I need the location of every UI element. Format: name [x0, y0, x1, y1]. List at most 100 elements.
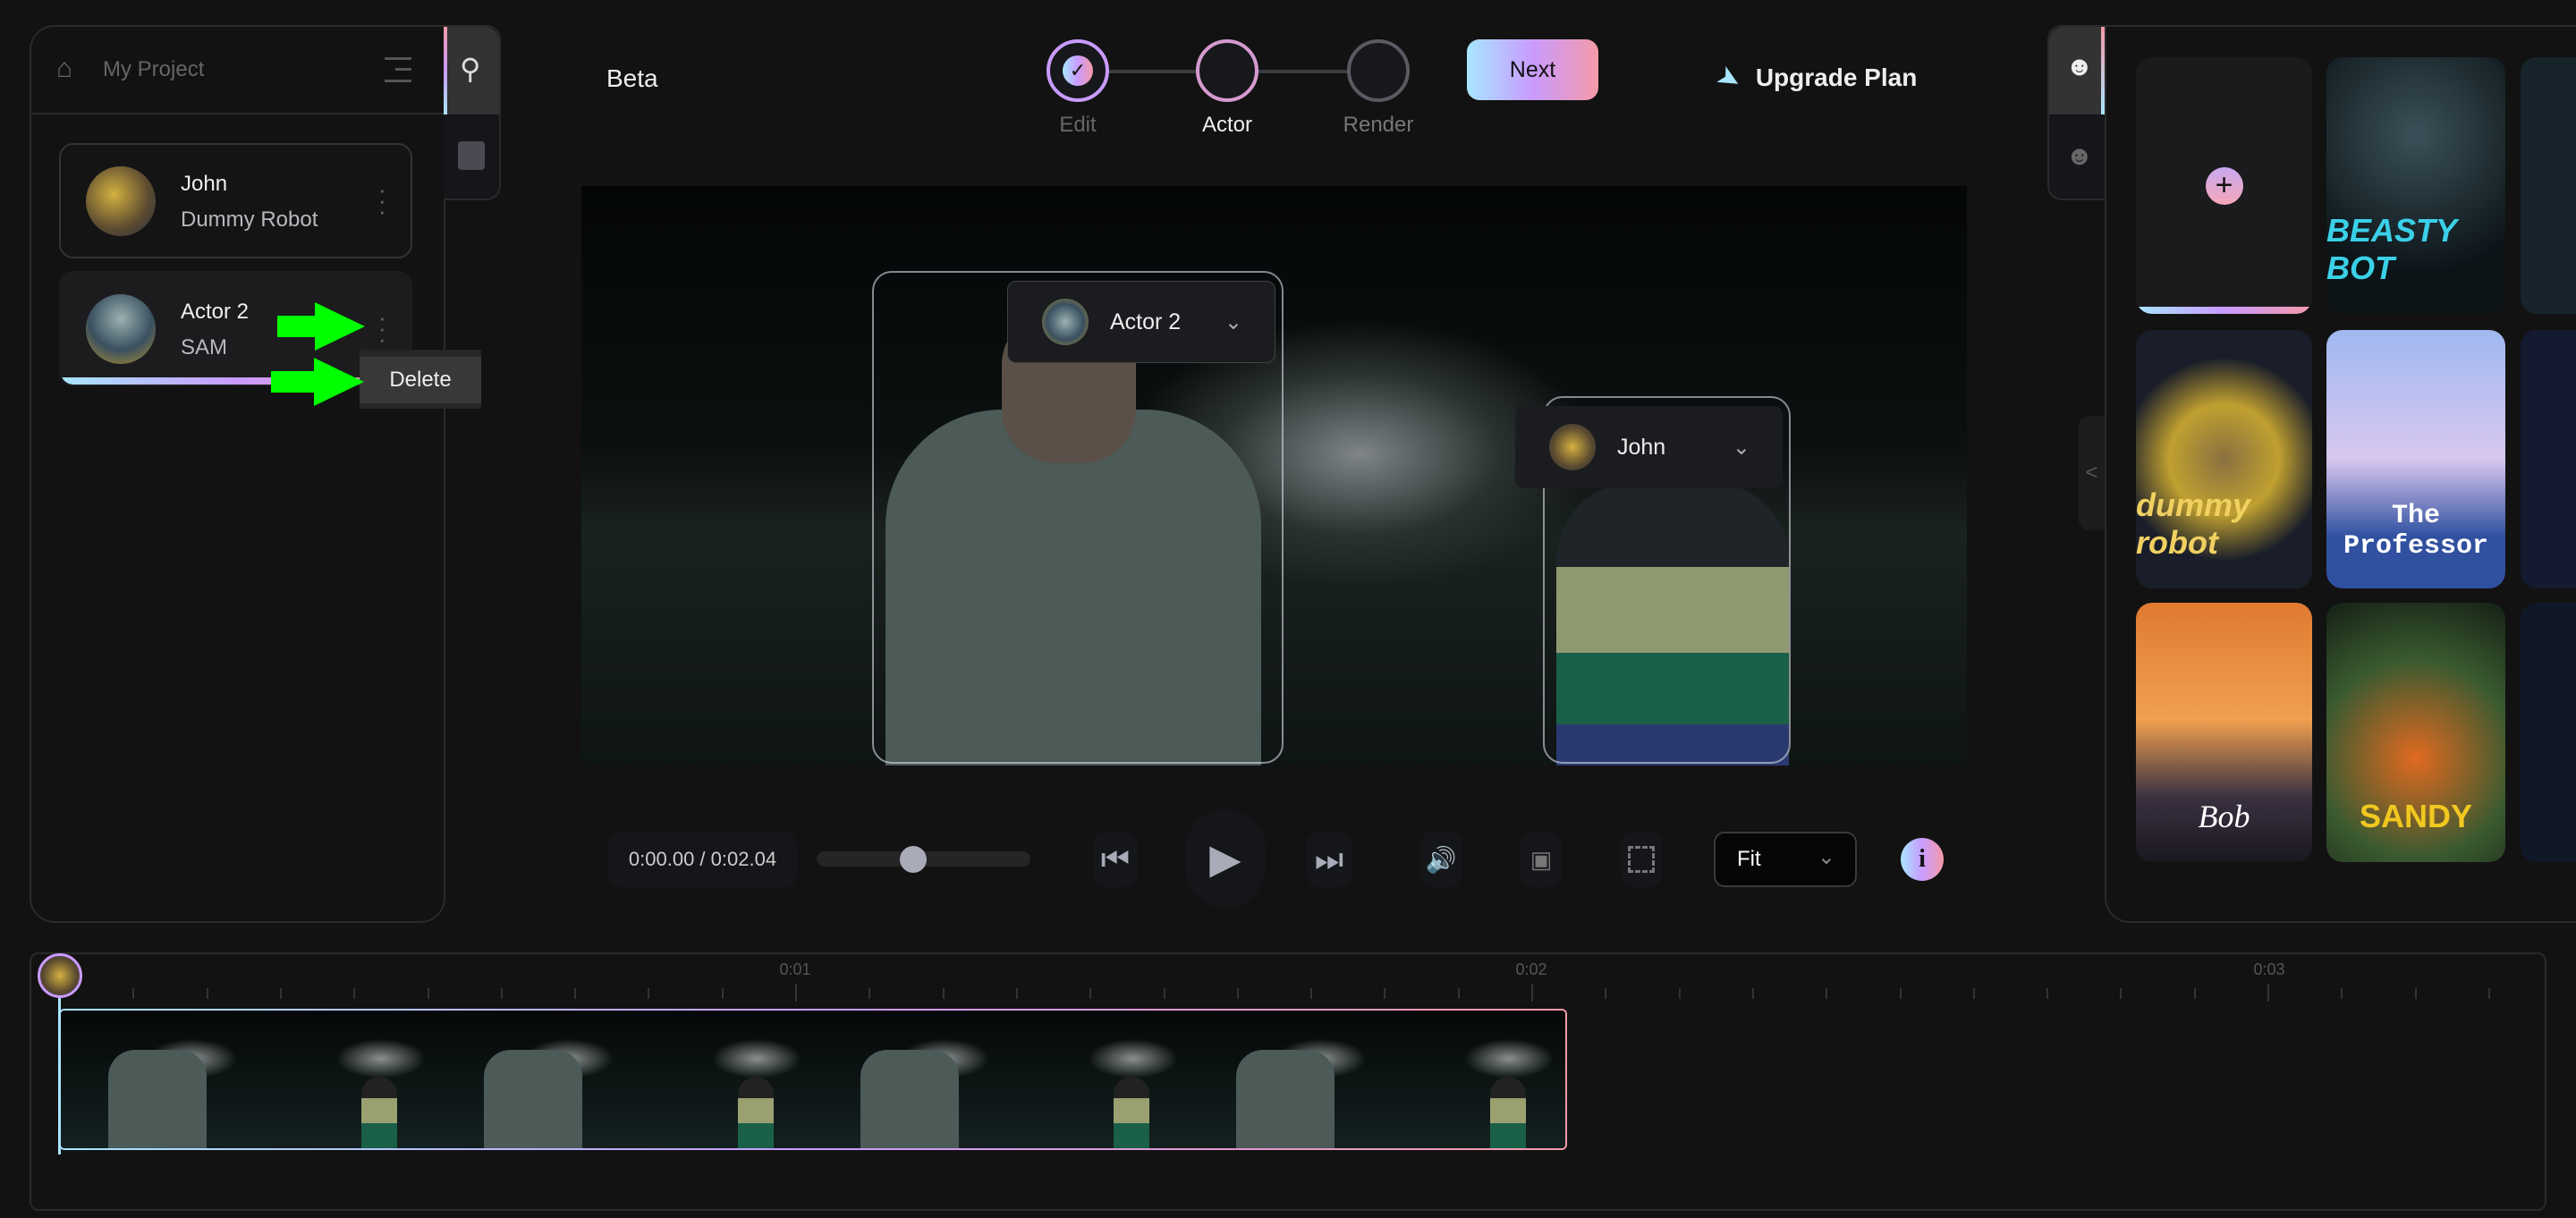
skip-back-button[interactable]: ⏮ — [1093, 832, 1138, 887]
character-card[interactable] — [2521, 603, 2576, 862]
step-label: Edit — [1059, 113, 1097, 137]
pip-button[interactable]: ▣ — [1521, 832, 1562, 887]
fullscreen-button[interactable] — [1621, 832, 1662, 887]
clip-frame — [1001, 1011, 1190, 1148]
character-card[interactable]: Bob — [2136, 603, 2312, 862]
timeline-tick — [206, 988, 208, 999]
timeline-tick — [1972, 988, 1975, 999]
seek-thumb[interactable] — [899, 846, 927, 873]
volume-button[interactable]: 🔊 — [1420, 832, 1462, 887]
character-card[interactable]: dummy robot — [2136, 330, 2312, 588]
info-icon: i — [1919, 845, 1926, 873]
annotation-arrow-icon — [277, 302, 365, 351]
volume-icon: 🔊 — [1425, 845, 1457, 874]
play-button[interactable]: ▶ — [1185, 809, 1266, 908]
face-actor-select[interactable]: John ⌄ — [1515, 406, 1783, 488]
character-card[interactable]: SANDY — [2326, 603, 2505, 862]
character-card[interactable]: BEASTY BOT — [2326, 57, 2505, 314]
timeline-tick — [2487, 988, 2490, 999]
project-title[interactable]: My Project — [103, 57, 204, 82]
timeline-tick — [500, 988, 503, 999]
actor-character: Dummy Robot — [181, 207, 318, 232]
timeline-tick-label: 0:02 — [1515, 960, 1547, 978]
home-icon[interactable]: ⌂ — [56, 54, 85, 83]
timeline-tick — [795, 984, 797, 1002]
menu-icon[interactable] — [385, 57, 411, 82]
actor-name: Actor 2 — [181, 300, 250, 324]
step-edit[interactable]: ✓ — [1046, 39, 1109, 102]
face-actor-label: Actor 2 — [1110, 309, 1182, 334]
timeline-tick — [869, 988, 871, 999]
character-card[interactable] — [2521, 330, 2576, 588]
timeline-tick — [1236, 988, 1239, 999]
annotation-arrow-icon — [271, 358, 364, 406]
timeline-tick — [132, 988, 135, 999]
timeline-tick — [2193, 988, 2196, 999]
step-actor[interactable] — [1196, 39, 1258, 102]
upload-character-icon[interactable]: ☻ — [2065, 141, 2094, 172]
actor-name: John — [181, 172, 228, 196]
tab-actors[interactable]: ⚲ — [444, 27, 499, 114]
tab-characters[interactable]: ☻ — [2049, 27, 2105, 114]
avatar — [1549, 424, 1596, 470]
actor-card-john[interactable]: John Dummy Robot · · · — [59, 143, 412, 258]
project-header: ⌂ My Project — [31, 27, 444, 114]
playhead-avatar[interactable] — [38, 953, 82, 998]
upgrade-label: Upgrade Plan — [1755, 63, 1918, 91]
chevron-down-icon: ⌄ — [1732, 435, 1750, 460]
timeline-tick — [2414, 988, 2417, 999]
skip-forward-button[interactable]: ⏭ — [1307, 832, 1352, 887]
character-icon: ☻ — [2065, 52, 2094, 81]
play-icon: ▶ — [1209, 835, 1241, 882]
plus-icon: + — [2205, 166, 2243, 205]
add-character-button[interactable]: + — [2136, 57, 2312, 314]
face-actor-select[interactable]: Actor 2 ⌄ — [1007, 281, 1275, 363]
delete-menu-item[interactable]: Delete — [360, 357, 481, 403]
clip-frame — [1377, 1011, 1565, 1148]
timeline-tick — [1899, 988, 1902, 999]
upgrade-plan-button[interactable]: ➤ Upgrade Plan — [1711, 58, 1918, 98]
collapse-handle[interactable]: < — [2079, 416, 2105, 530]
timeline-tick — [2341, 988, 2343, 999]
more-options-icon[interactable]: · · · — [378, 306, 386, 351]
next-button[interactable]: Next — [1467, 39, 1598, 100]
clip-frame — [436, 1011, 625, 1148]
character-card[interactable]: The Professor — [2326, 330, 2505, 588]
timeline-tick — [1089, 988, 1092, 999]
video-clip-track[interactable] — [59, 1009, 1567, 1150]
zoom-select-value: Fit — [1737, 847, 1761, 871]
timeline-tick — [1826, 988, 1828, 999]
info-button[interactable]: i — [1901, 838, 1944, 881]
actor-character: SAM — [181, 335, 228, 359]
step-label: Actor — [1201, 113, 1252, 137]
step-render[interactable] — [1347, 39, 1410, 102]
skip-back-icon: ⏮ — [1100, 840, 1131, 877]
clip-frame — [1189, 1011, 1377, 1148]
side-tabs-left: ⚲ — [444, 25, 501, 200]
timeline-tick — [1531, 984, 1533, 1002]
chevron-down-icon: ⌄ — [1224, 309, 1242, 334]
timeline-tick — [721, 988, 724, 999]
fullscreen-icon — [1628, 846, 1655, 873]
rocket-icon: ➤ — [1710, 57, 1749, 98]
clip-frame — [61, 1011, 250, 1148]
side-tabs-right: ☻ ☻ — [2047, 25, 2105, 200]
time-display: 0:00.00 / 0:02.04 — [608, 832, 797, 887]
timeline-tick — [2120, 988, 2123, 999]
check-icon: ✓ — [1063, 55, 1093, 86]
character-card[interactable] — [2521, 57, 2576, 314]
timeline-tick — [1678, 988, 1681, 999]
step-label: Render — [1343, 113, 1414, 137]
timeline-tick — [353, 988, 356, 999]
clip-frame — [813, 1011, 1002, 1148]
face-actor-label: John — [1617, 434, 1666, 460]
clip-frame — [624, 1011, 813, 1148]
more-options-icon[interactable]: · · · — [378, 178, 386, 223]
sliders-icon[interactable] — [458, 141, 485, 170]
zoom-select[interactable]: Fit ⌄ — [1714, 832, 1857, 887]
chevron-left-icon: < — [2085, 461, 2098, 485]
timeline-tick — [1015, 988, 1018, 999]
timeline-tick — [427, 988, 429, 999]
seek-slider[interactable] — [817, 846, 1030, 873]
timeline-tick — [1457, 988, 1460, 999]
